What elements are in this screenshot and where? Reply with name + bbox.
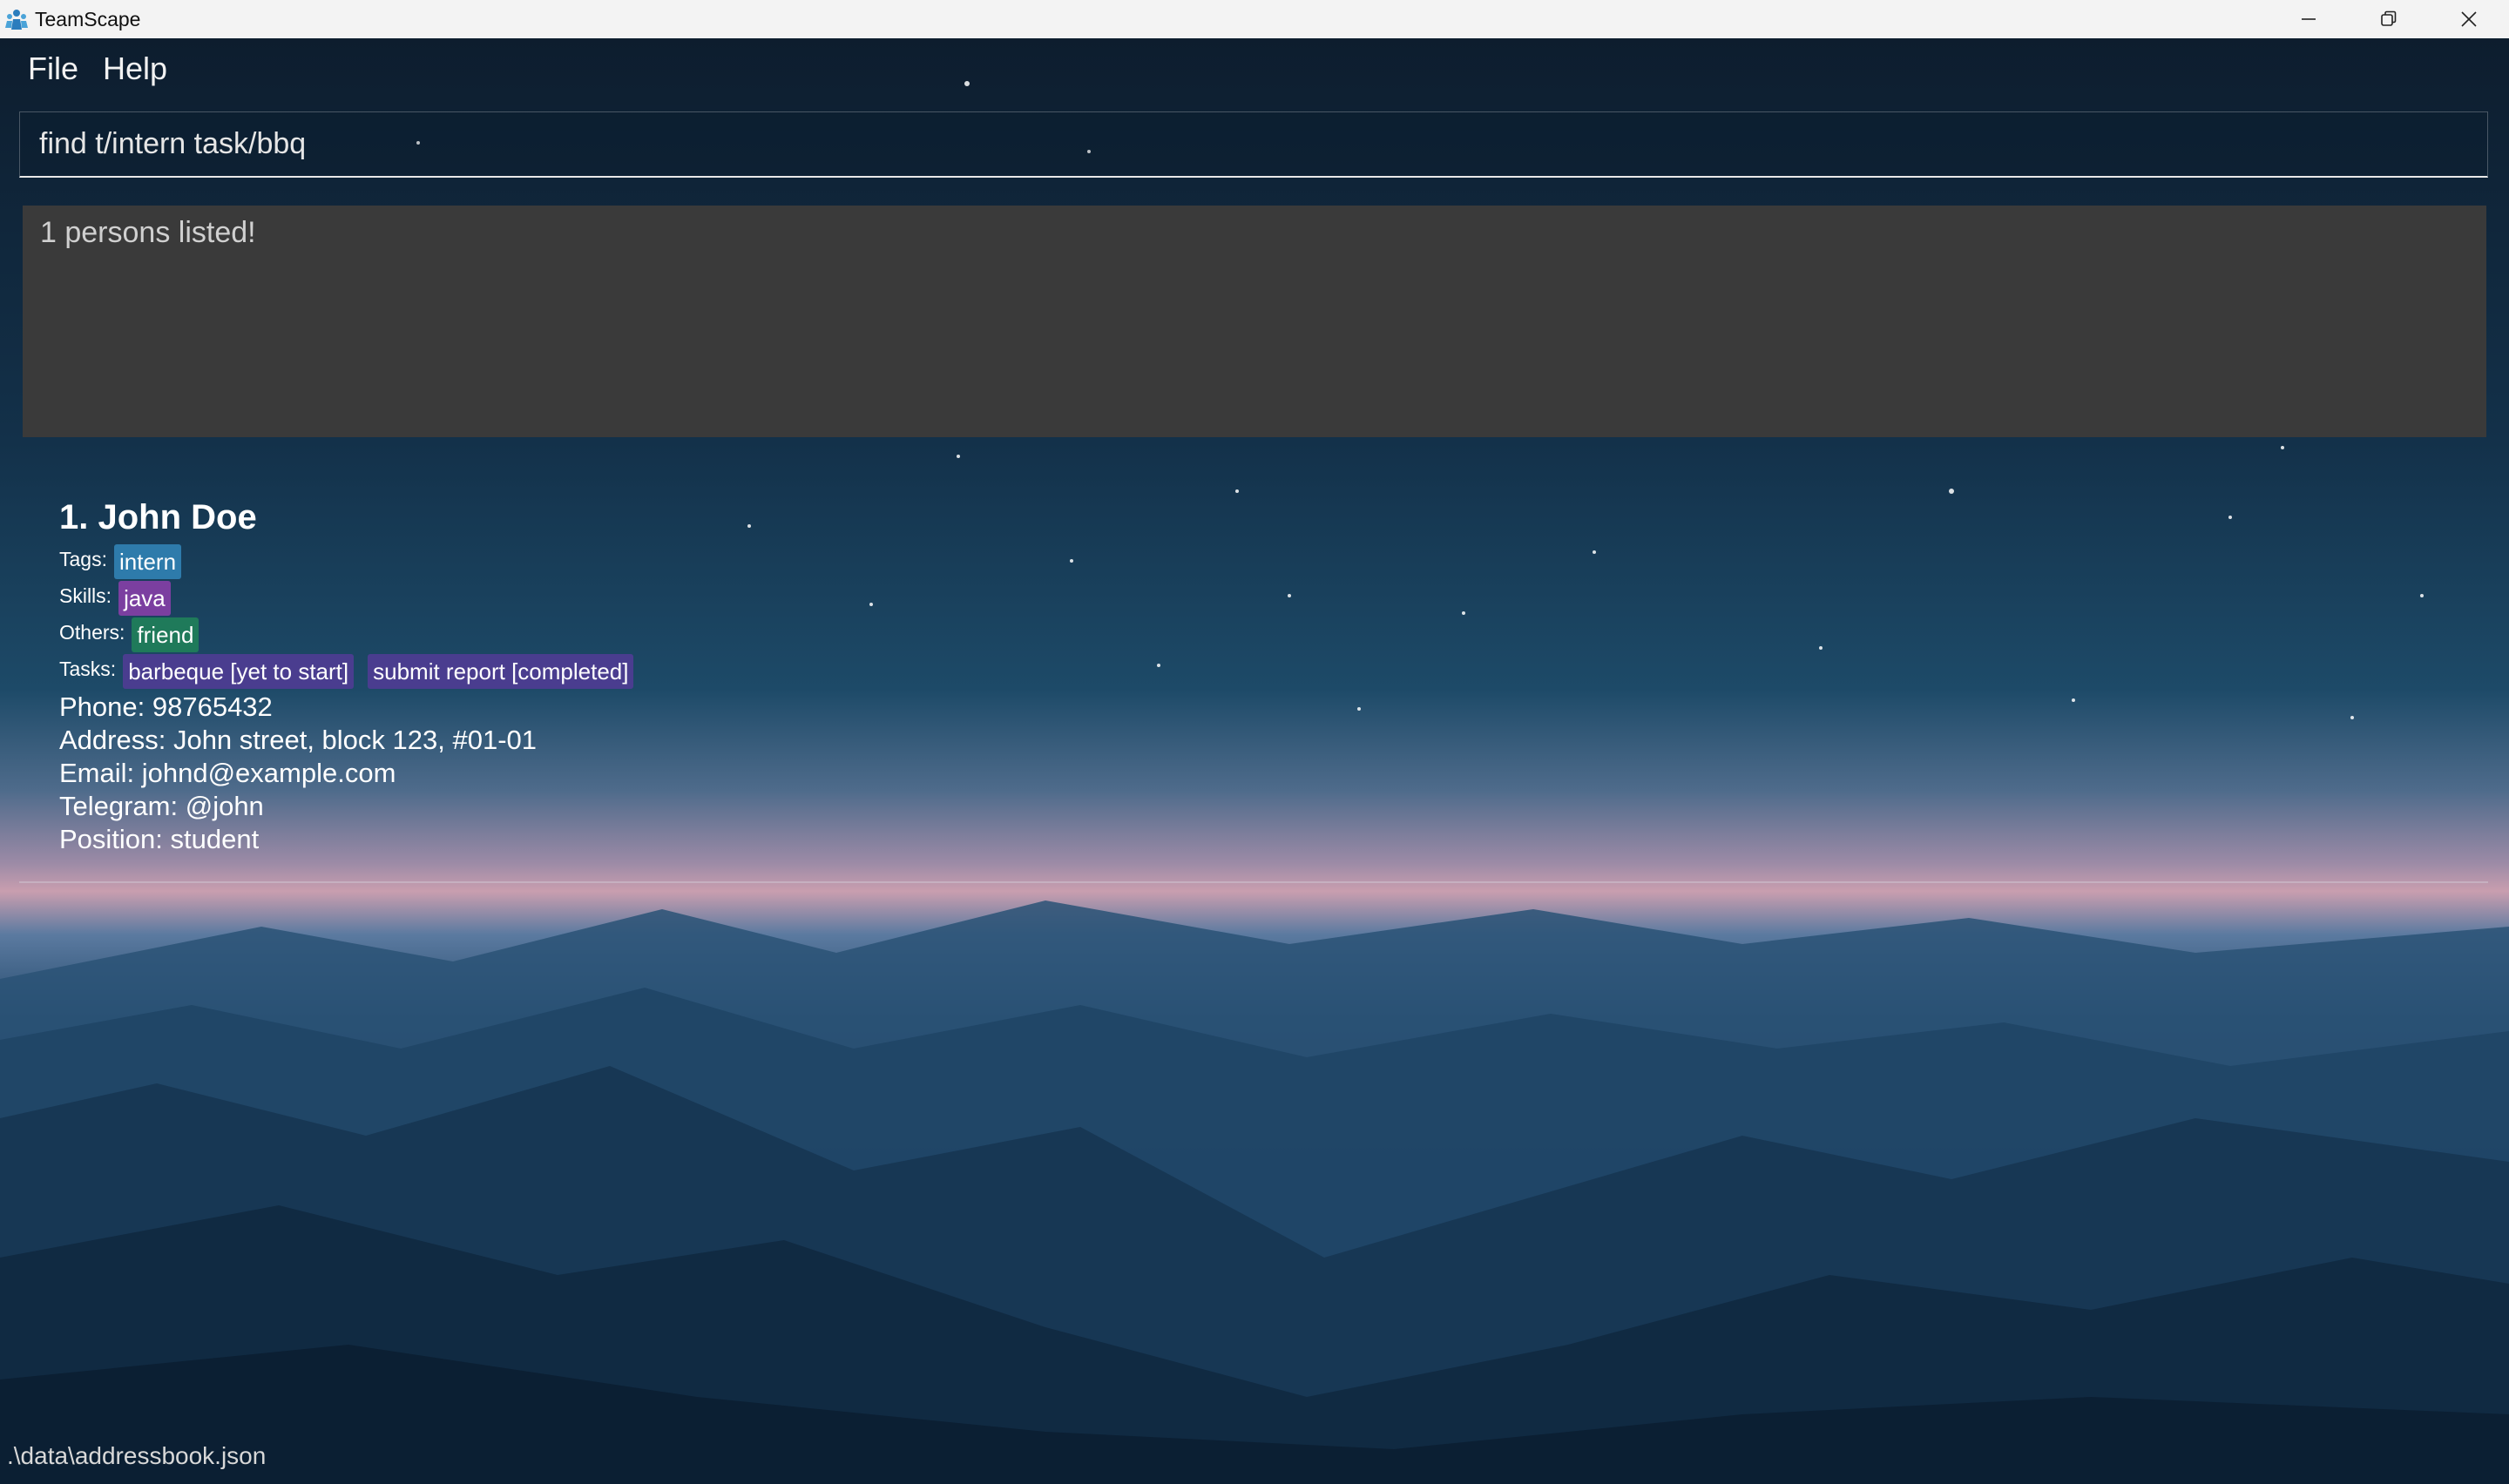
others-label: Others: (59, 621, 125, 644)
skills-label: Skills: (59, 584, 112, 607)
result-display[interactable]: 1 persons listed! (23, 206, 2486, 437)
task-chip: barbeque [yet to start] (123, 654, 355, 689)
status-bar-file-path: .\data\addressbook.json (7, 1442, 267, 1469)
minimize-icon (2302, 18, 2316, 20)
skills-row: Skills: java (59, 581, 647, 617)
task-chip: submit report [completed] (368, 654, 634, 689)
restore-icon (2381, 10, 2397, 26)
person-name: 1. John Doe (59, 498, 257, 536)
person-card[interactable]: 1. John Doe Tags: intern Skills: java Ot… (59, 498, 647, 856)
tags-row: Tags: intern (59, 544, 647, 581)
window-title: TeamScape (35, 7, 141, 30)
result-message: 1 persons listed! (40, 216, 256, 249)
command-box (19, 111, 2488, 178)
menu-help[interactable]: Help (91, 49, 179, 89)
window-controls (2269, 0, 2509, 38)
person-email: Email: johnd@example.com (59, 758, 396, 788)
tasks-label: Tasks: (59, 658, 117, 680)
close-icon (2461, 11, 2477, 27)
restore-button[interactable] (2349, 0, 2429, 38)
person-position: Position: student (59, 824, 260, 854)
person-list[interactable]: 1. John Doe Tags: intern Skills: java Ot… (19, 488, 2488, 883)
others-row: Others: friend (59, 617, 647, 654)
tasks-row: Tasks: barbeque [yet to start] submit re… (59, 654, 647, 691)
teamscape-logo-icon (3, 6, 30, 32)
person-phone: Phone: 98765432 (59, 691, 273, 722)
other-chip: friend (132, 617, 200, 652)
tag-chip: intern (113, 544, 182, 579)
minimize-button[interactable] (2269, 0, 2349, 38)
person-telegram: Telegram: @john (59, 791, 264, 821)
person-address: Address: John street, block 123, #01-01 (59, 725, 537, 755)
command-input[interactable] (20, 112, 2487, 176)
skill-chip: java (118, 581, 171, 616)
menu-bar: File Help (16, 49, 179, 89)
app-window: TeamScape File Help find t/intern task/b… (0, 0, 2509, 1484)
title-bar: TeamScape (0, 0, 2509, 38)
close-button[interactable] (2429, 0, 2509, 38)
tags-label: Tags: (59, 548, 107, 570)
menu-file[interactable]: File (16, 49, 91, 89)
